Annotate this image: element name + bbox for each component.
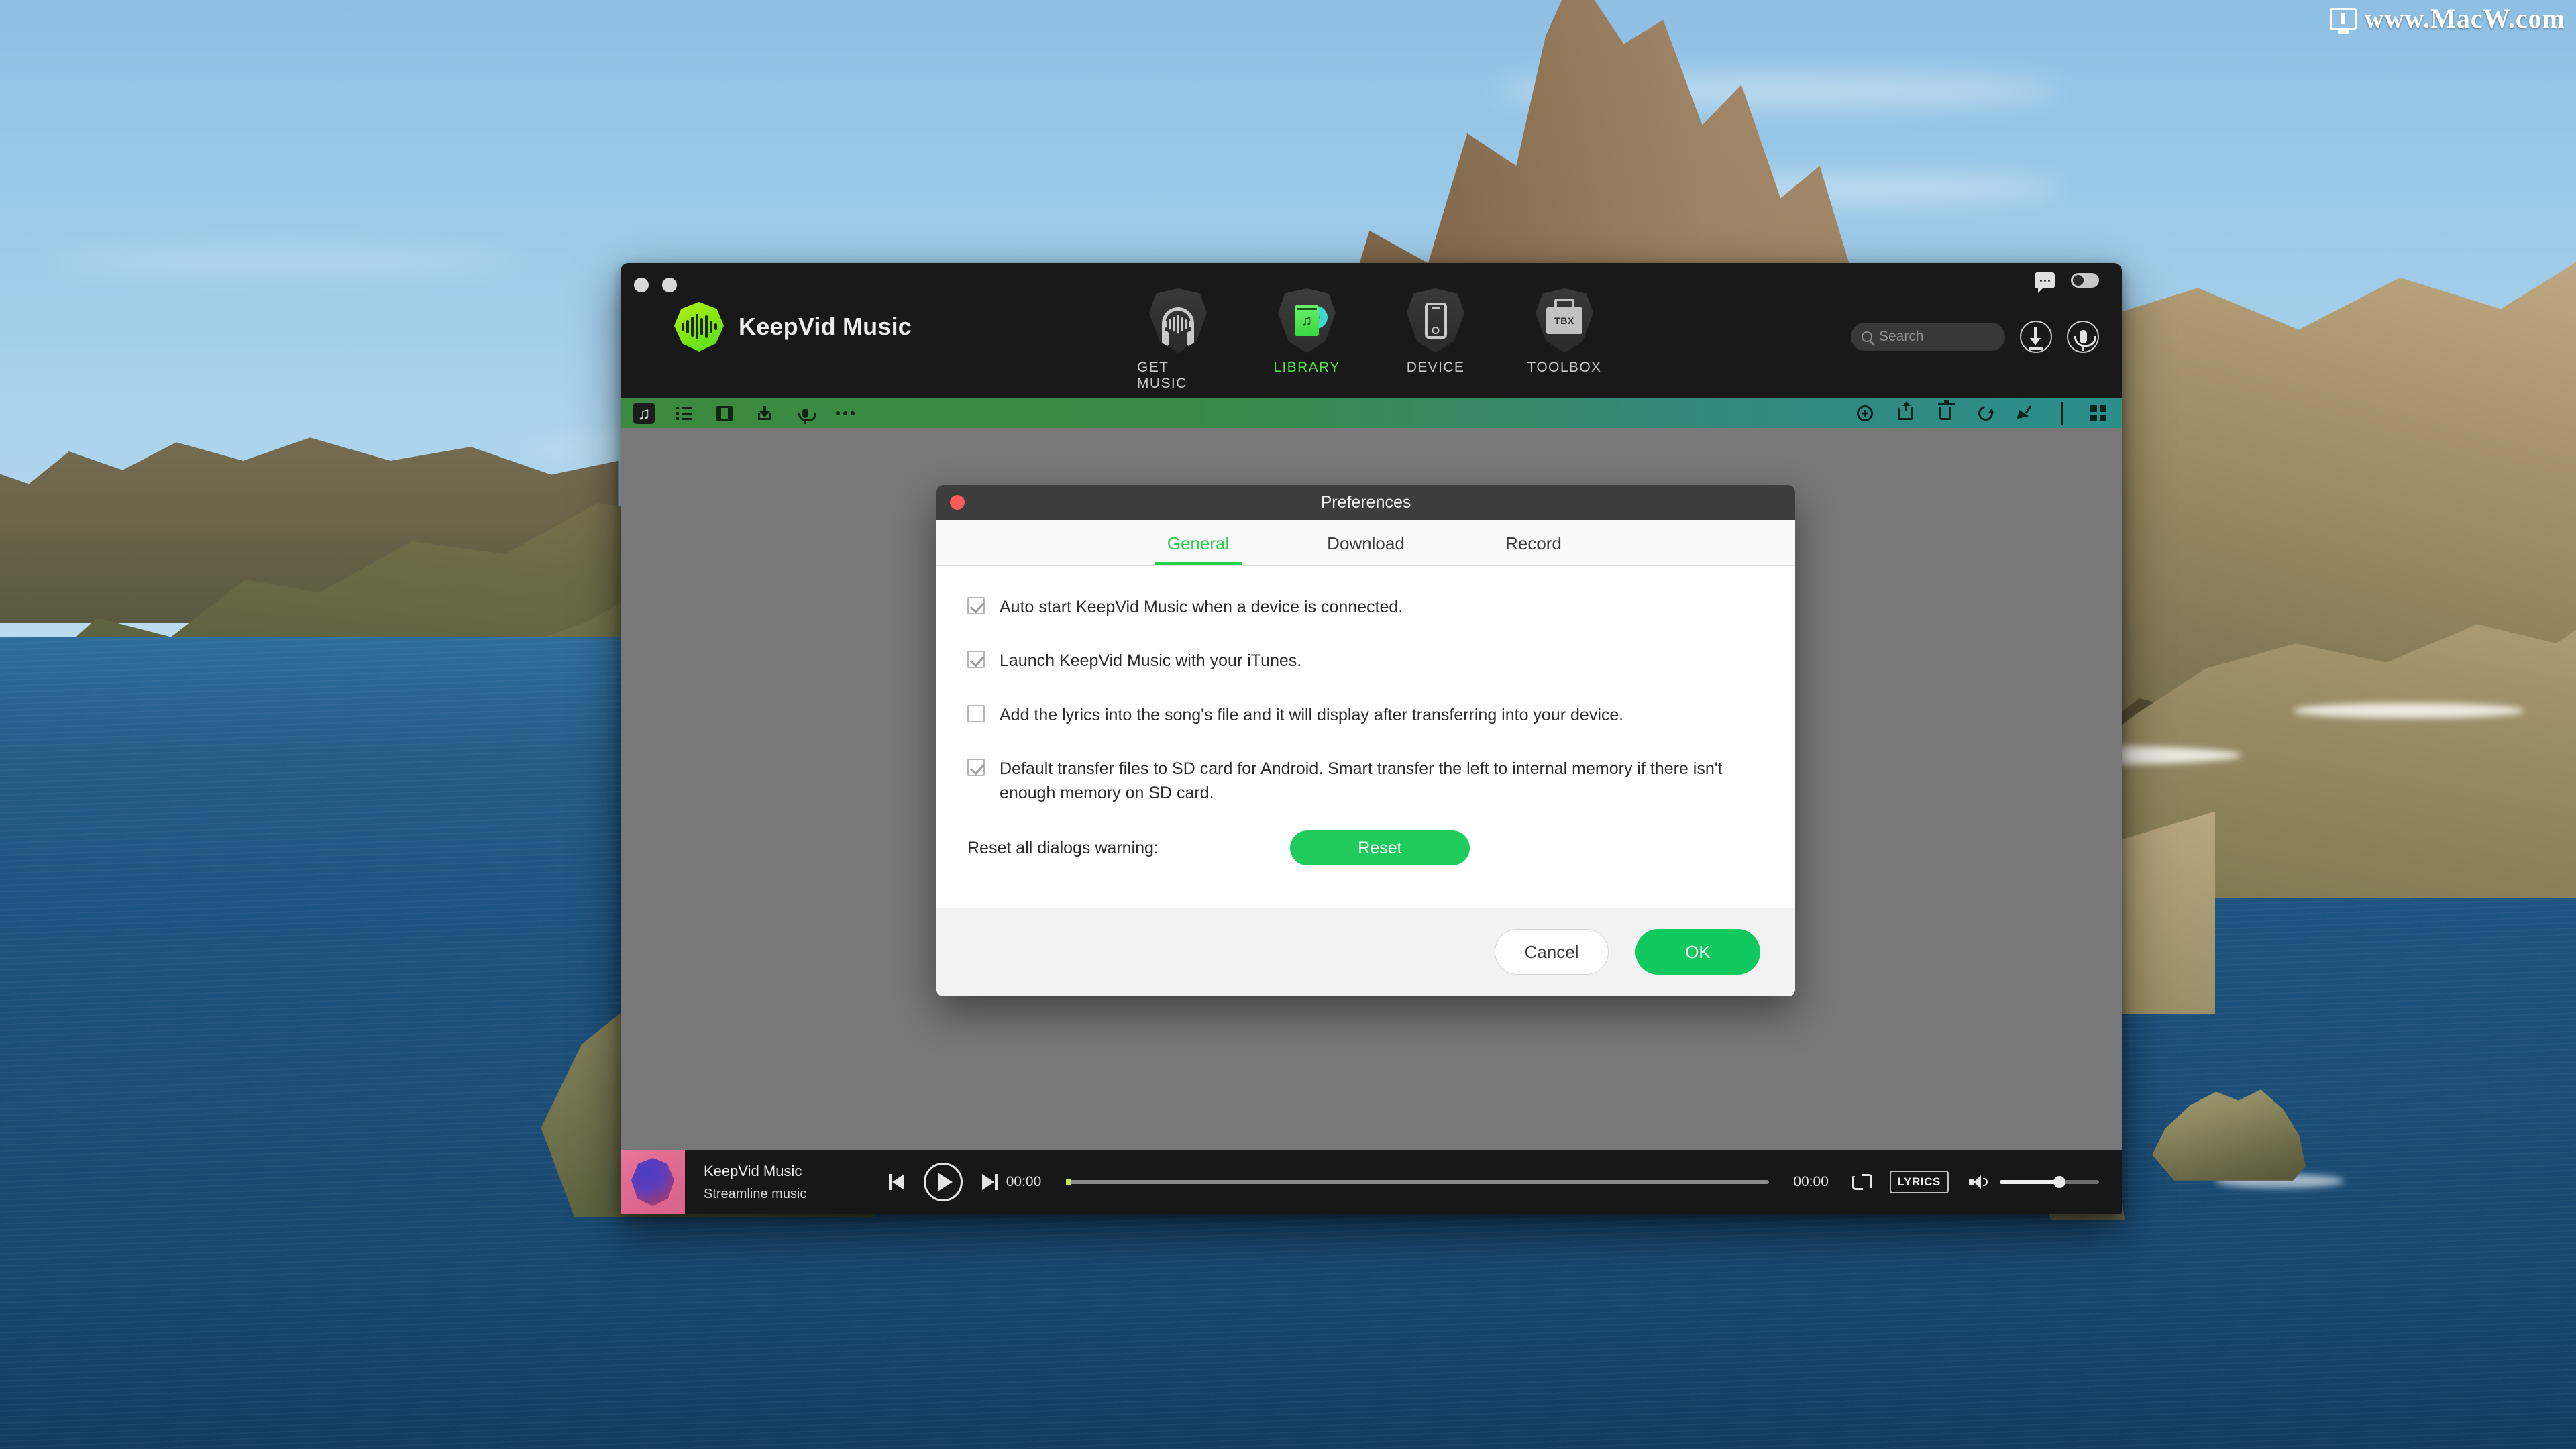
search-icon bbox=[1862, 331, 1872, 342]
nav-label-library: LIBRARY bbox=[1273, 360, 1340, 375]
toolbar-right-group bbox=[1854, 400, 2110, 425]
volume-fill bbox=[2000, 1180, 2059, 1184]
tab-download[interactable]: Download bbox=[1322, 533, 1409, 565]
toolbox-icon: TBX bbox=[1536, 288, 1593, 353]
film-icon[interactable] bbox=[713, 402, 736, 424]
option-row: Auto start KeepVid Music when a device i… bbox=[967, 595, 1760, 619]
nav-item-device[interactable]: DEVICE bbox=[1395, 288, 1477, 392]
checkbox-add-lyrics[interactable] bbox=[967, 704, 985, 722]
share-icon[interactable] bbox=[1894, 401, 1917, 424]
header-actions bbox=[2035, 272, 2099, 293]
library-toolbar: ♫ bbox=[621, 398, 2122, 428]
track-title: KeepVid Music bbox=[704, 1162, 802, 1179]
nav-label-get-music: GET MUSIC bbox=[1137, 360, 1187, 391]
checkbox-sd-card-transfer[interactable] bbox=[967, 758, 985, 776]
preferences-dialog: Preferences General Download Record Auto… bbox=[936, 485, 1795, 996]
toolbar-left-group: ♫ bbox=[633, 402, 857, 424]
duration-time: 00:00 bbox=[1793, 1174, 1829, 1189]
grid-view-icon[interactable] bbox=[2087, 402, 2110, 424]
minimize-window-button[interactable] bbox=[662, 278, 677, 292]
watermark-text: www.MacW.com bbox=[2364, 3, 2565, 34]
reset-dialogs-label: Reset all dialogs warning: bbox=[967, 838, 1159, 857]
preferences-title: Preferences bbox=[1320, 492, 1411, 512]
preferences-titlebar: Preferences bbox=[936, 485, 1795, 520]
seek-handle[interactable] bbox=[1066, 1179, 1071, 1185]
volume-handle[interactable] bbox=[2053, 1176, 2065, 1188]
option-row: Add the lyrics into the song's file and … bbox=[967, 703, 1760, 727]
preferences-tabs: General Download Record bbox=[936, 520, 1795, 566]
download-manager-button[interactable] bbox=[2020, 321, 2052, 353]
option-label-add-lyrics: Add the lyrics into the song's file and … bbox=[1000, 705, 1624, 724]
next-track-icon[interactable] bbox=[980, 1174, 998, 1190]
headphones-icon bbox=[1149, 288, 1207, 353]
checkbox-auto-start[interactable] bbox=[967, 597, 985, 614]
toolbox-badge: TBX bbox=[1554, 315, 1574, 326]
microphone-icon[interactable] bbox=[794, 402, 816, 424]
reset-button[interactable]: Reset bbox=[1289, 830, 1470, 866]
previous-track-icon[interactable] bbox=[889, 1174, 906, 1190]
seek-slider[interactable] bbox=[1066, 1179, 1769, 1185]
list-icon[interactable] bbox=[673, 402, 696, 424]
record-button[interactable] bbox=[2067, 321, 2099, 353]
nav-item-get-music[interactable]: GET MUSIC bbox=[1137, 288, 1219, 392]
surf-foam bbox=[2292, 702, 2525, 719]
search-box[interactable] bbox=[1851, 323, 2005, 351]
transport-controls bbox=[889, 1163, 998, 1201]
refresh-icon[interactable] bbox=[1974, 402, 1997, 424]
preferences-footer: Cancel OK bbox=[936, 908, 1795, 996]
chat-icon[interactable] bbox=[2035, 272, 2055, 293]
tab-record[interactable]: Record bbox=[1490, 533, 1577, 565]
more-dots-icon[interactable] bbox=[834, 402, 857, 424]
option-label-sd-card-transfer: Default transfer files to SD card for An… bbox=[1000, 759, 1723, 802]
elapsed-time: 00:00 bbox=[1006, 1174, 1042, 1189]
option-row: Default transfer files to SD card for An… bbox=[967, 757, 1760, 806]
nav-label-toolbox: TOOLBOX bbox=[1527, 360, 1602, 375]
cancel-button[interactable]: Cancel bbox=[1495, 929, 1609, 975]
add-circle-icon[interactable] bbox=[1854, 402, 1876, 424]
option-label-auto-start: Auto start KeepVid Music when a device i… bbox=[1000, 598, 1403, 616]
download-icon[interactable] bbox=[753, 402, 776, 424]
nav-item-library[interactable]: ♫ LIBRARY bbox=[1266, 288, 1348, 392]
nav-label-device: DEVICE bbox=[1406, 360, 1465, 375]
lyrics-button[interactable]: LYRICS bbox=[1889, 1171, 1949, 1193]
play-button[interactable] bbox=[924, 1163, 963, 1201]
keepvid-logo-icon bbox=[674, 302, 724, 352]
tab-general[interactable]: General bbox=[1155, 533, 1242, 565]
trash-icon[interactable] bbox=[1934, 400, 1957, 424]
ok-button[interactable]: OK bbox=[1635, 929, 1760, 975]
option-row: Launch KeepVid Music with your iTunes. bbox=[967, 649, 1760, 673]
track-subtitle: Streamline music bbox=[704, 1186, 807, 1201]
option-label-launch-itunes: Launch KeepVid Music with your iTunes. bbox=[1000, 651, 1302, 671]
volume-icon[interactable] bbox=[1969, 1175, 1988, 1189]
checkbox-launch-itunes[interactable] bbox=[967, 651, 985, 669]
close-window-button[interactable] bbox=[634, 278, 649, 292]
library-icon: ♫ bbox=[1278, 288, 1336, 353]
app-brand: KeepVid Music bbox=[674, 302, 912, 352]
repeat-icon[interactable] bbox=[1851, 1174, 1872, 1190]
search-row bbox=[1851, 321, 2099, 353]
album-artwork bbox=[621, 1150, 685, 1214]
toolbar-divider bbox=[2061, 402, 2063, 425]
volume-slider[interactable] bbox=[2000, 1176, 2099, 1188]
app-titlebar: KeepVid Music GET MUSIC ♫ LIBRARY DEVICE… bbox=[621, 263, 2122, 398]
music-note-icon[interactable]: ♫ bbox=[633, 402, 655, 424]
reset-dialogs-row: Reset all dialogs warning: Reset bbox=[967, 830, 1760, 866]
preferences-body: Auto start KeepVid Music when a device i… bbox=[936, 566, 1795, 908]
site-watermark: www.MacW.com bbox=[2329, 3, 2565, 34]
monitor-icon bbox=[2329, 7, 2357, 30]
close-icon[interactable] bbox=[950, 495, 965, 510]
nav-item-toolbox[interactable]: TBX TOOLBOX bbox=[1523, 288, 1605, 392]
play-icon bbox=[938, 1173, 953, 1191]
main-nav: GET MUSIC ♫ LIBRARY DEVICE TBX TOOLBOX bbox=[1137, 288, 1605, 392]
search-input[interactable] bbox=[1879, 329, 1994, 345]
theme-toggle-switch[interactable] bbox=[2071, 273, 2099, 288]
broom-icon[interactable] bbox=[2015, 402, 2037, 424]
phone-icon bbox=[1407, 288, 1464, 353]
window-controls[interactable] bbox=[634, 278, 677, 292]
app-title: KeepVid Music bbox=[739, 313, 912, 340]
player-bar: KeepVid Music Streamline music 00:00 00:… bbox=[621, 1150, 2122, 1214]
track-info: KeepVid Music Streamline music bbox=[704, 1163, 885, 1202]
